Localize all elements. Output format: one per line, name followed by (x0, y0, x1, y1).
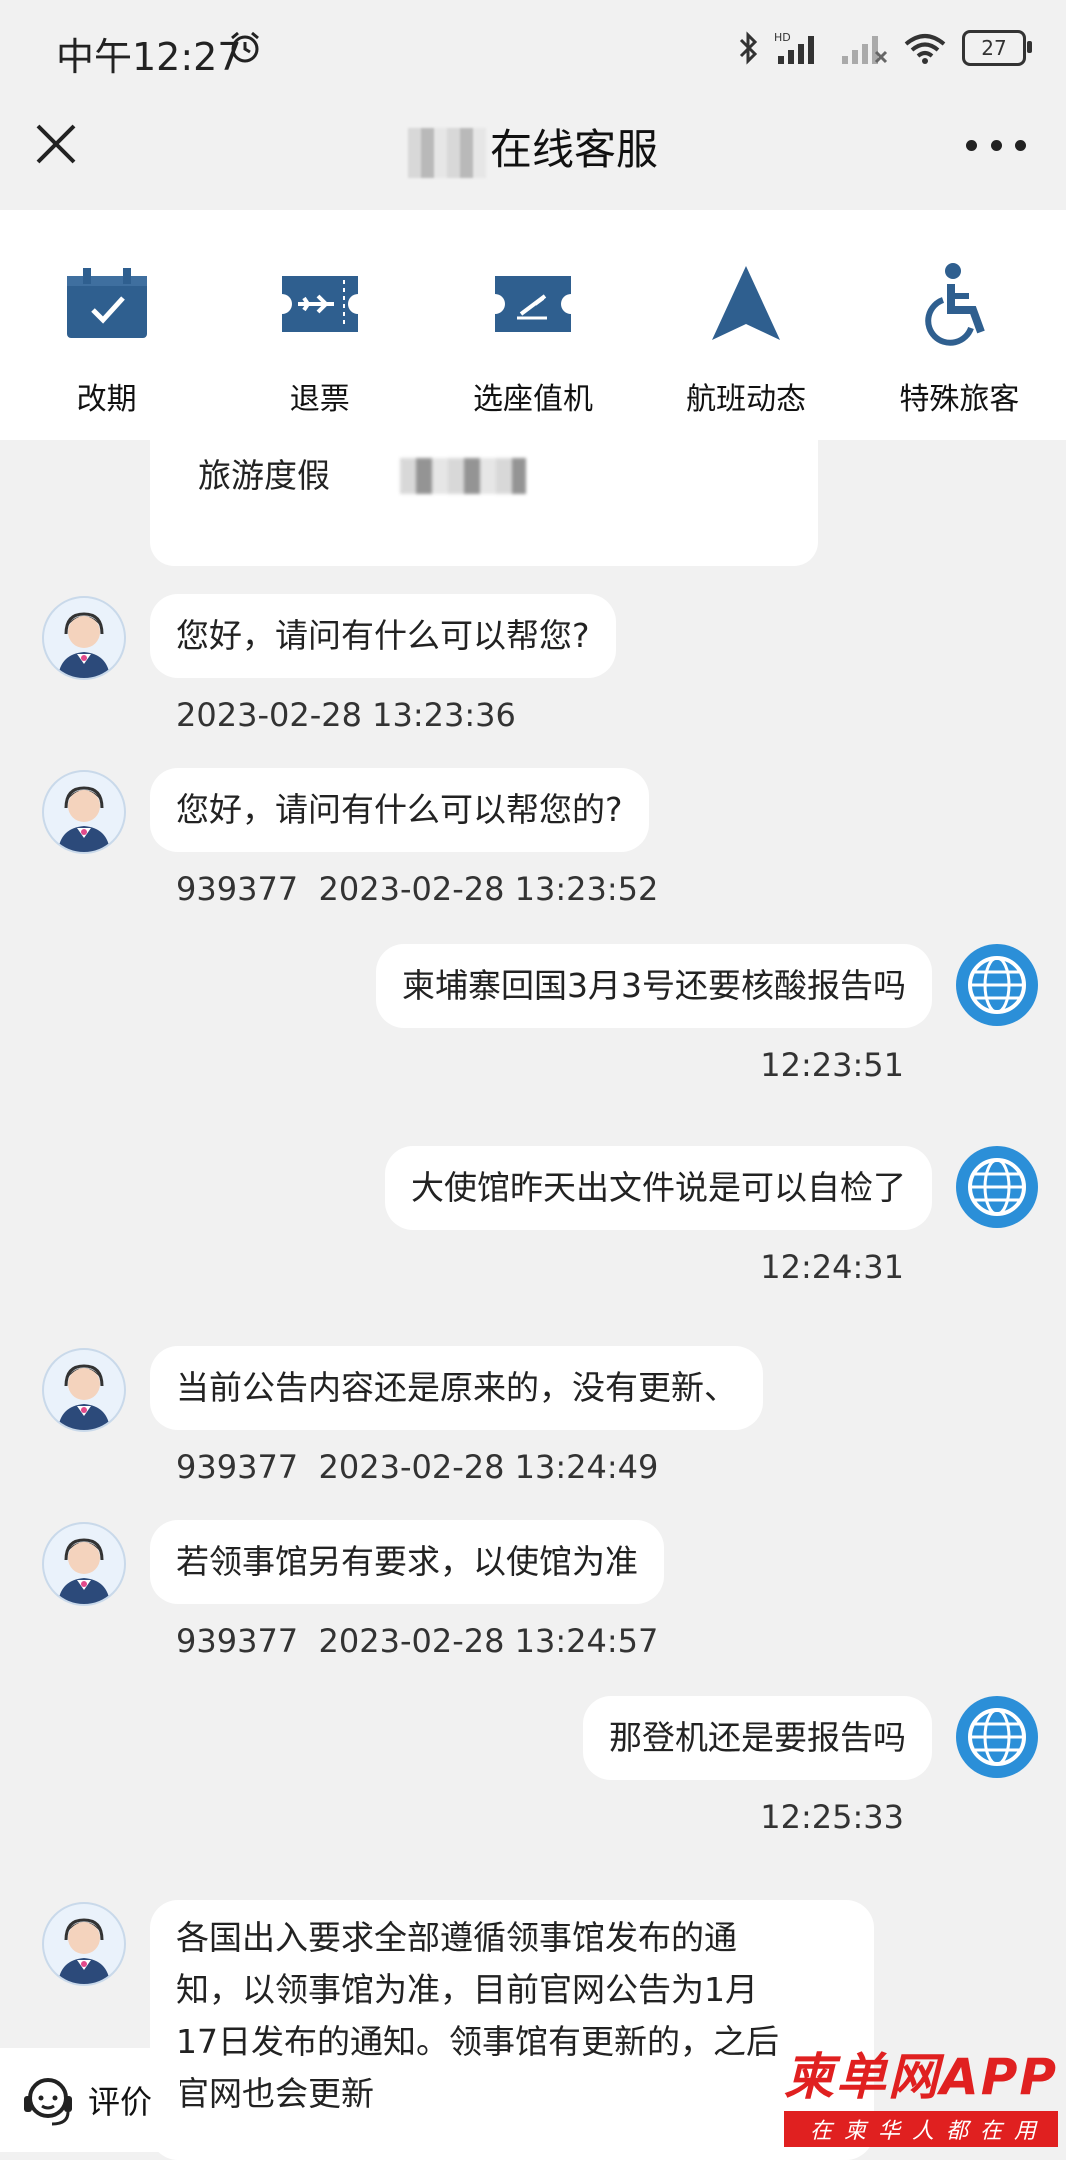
title-text: 在线客服 (489, 125, 658, 174)
user-avatar (956, 1696, 1038, 1778)
chat-area[interactable]: 旅游度假 您好，请问有什么可以帮您? 2023-02-28 13:23:36 您… (0, 430, 1066, 2160)
wifi-icon (904, 34, 946, 64)
status-icons: HD 27 (736, 28, 1032, 68)
user-message-bubble: 柬埔寨回国3月3号还要核酸报告吗 (376, 944, 932, 1028)
agent-message-bubble: 各国出入要求全部遵循领事馆发布的通 知，以领事馆为准，目前官网公告为1月 17日… (150, 1900, 874, 2160)
navigation-arrow-icon (701, 262, 791, 346)
more-button[interactable] (966, 120, 1026, 170)
message-text: 您好，请问有什么可以帮您? (176, 616, 590, 655)
plane-ticket-icon (275, 262, 365, 346)
evaluate-label: 评价 (88, 2083, 153, 2121)
message-meta: 939377 2023-02-28 13:23:52 (176, 870, 659, 908)
agent-avatar-icon (58, 612, 110, 678)
agent-avatar-icon (58, 786, 110, 852)
watermark-sub: 在柬华人都在用 (784, 2111, 1058, 2147)
quick-action-refund[interactable]: 退票 (213, 210, 426, 440)
agent-message-bubble: 您好，请问有什么可以帮您的? (150, 768, 649, 852)
headset-icon (24, 2078, 72, 2126)
evaluate-button[interactable]: 评价 (0, 2048, 180, 2152)
quick-action-label: 航班动态 (686, 382, 807, 417)
alarm-icon (231, 31, 259, 63)
agent-avatar (42, 770, 126, 854)
agent-avatar-icon (58, 1918, 110, 1984)
quick-action-special-passenger[interactable]: 特殊旅客 (853, 210, 1066, 440)
message-text: 当前公告内容还是原来的，没有更新、 (176, 1368, 737, 1407)
agent-message-bubble: 您好，请问有什么可以帮您? (150, 594, 616, 678)
message-line: 知，以领事馆为准，目前官网公告为1月 (176, 1970, 758, 2009)
agent-avatar (42, 1522, 126, 1606)
agent-avatar-icon (58, 1364, 110, 1430)
watermark: 柬单网APP 在柬华人都在用 (784, 2037, 1058, 2147)
agent-avatar-icon (58, 1538, 110, 1604)
quick-action-label: 改期 (76, 382, 137, 417)
nav-bar: 在线客服 (0, 100, 1066, 210)
quick-action-reschedule[interactable]: 改期 (0, 210, 213, 440)
user-message-bubble: 大使馆昨天出文件说是可以自检了 (385, 1146, 932, 1230)
message-line: 各国出入要求全部遵循领事馆发布的通 (176, 1918, 737, 1957)
message-text: 那登机还是要报告吗 (609, 1718, 906, 1757)
agent-avatar (42, 1902, 126, 1986)
quick-action-checkin[interactable]: 选座值机 (426, 210, 639, 440)
agent-avatar (42, 1348, 126, 1432)
redacted-block (400, 458, 526, 494)
message-timestamp: 12:23:51 (760, 1046, 904, 1084)
signal-weak-icon (842, 36, 888, 64)
message-meta: 939377 2023-02-28 13:24:49 (176, 1448, 659, 1486)
user-message-bubble: 那登机还是要报告吗 (583, 1696, 932, 1780)
message-text: 旅游度假 (198, 456, 330, 495)
battery-icon: 27 (962, 30, 1032, 66)
watermark-main: 柬单网APP (784, 2048, 1058, 2106)
page-title: 在线客服 (0, 116, 1066, 178)
message-line: 官网也会更新 (176, 2074, 374, 2113)
message-line: 17日发布的通知。领事馆有更新的，之后 (176, 2022, 779, 2061)
bluetooth-icon (739, 31, 758, 65)
message-timestamp: 12:25:33 (760, 1798, 904, 1836)
status-time: 中午12:27 (56, 35, 242, 79)
message-text: 若领事馆另有要求，以使馆为准 (176, 1542, 638, 1581)
signal-hd-icon: HD (774, 31, 814, 64)
message-timestamp: 2023-02-28 13:23:36 (176, 696, 516, 734)
quick-action-label: 选座值机 (472, 382, 593, 417)
svg-text:HD: HD (774, 31, 791, 44)
message-meta: 939377 2023-02-28 13:24:57 (176, 1622, 659, 1660)
message-text: 大使馆昨天出文件说是可以自检了 (411, 1168, 906, 1207)
wheelchair-icon (914, 262, 1004, 346)
quick-action-label: 特殊旅客 (899, 382, 1020, 417)
quick-action-flight-status[interactable]: 航班动态 (640, 210, 853, 440)
user-avatar (956, 944, 1038, 1026)
redacted-block (407, 127, 486, 178)
user-avatar (956, 1146, 1038, 1228)
status-bar: 中午12:27 HD 27 (0, 0, 1066, 100)
message-text: 柬埔寨回国3月3号还要核酸报告吗 (402, 966, 906, 1005)
boarding-pass-icon (488, 262, 578, 346)
agent-avatar (42, 596, 126, 680)
quick-action-label: 退票 (289, 382, 350, 417)
globe-icon (968, 956, 1026, 1014)
message-timestamp: 12:24:31 (760, 1248, 904, 1286)
calendar-check-icon (62, 262, 152, 346)
message-card: 旅游度假 (150, 430, 818, 566)
message-text: 您好，请问有什么可以帮您的? (176, 790, 623, 829)
globe-icon (968, 1158, 1026, 1216)
agent-message-bubble: 若领事馆另有要求，以使馆为准 (150, 1520, 664, 1604)
agent-message-bubble: 当前公告内容还是原来的，没有更新、 (150, 1346, 763, 1430)
quick-actions-bar: 改期 退票 选座值机 航班动态 特殊旅客 (0, 210, 1066, 440)
globe-icon (968, 1708, 1026, 1766)
